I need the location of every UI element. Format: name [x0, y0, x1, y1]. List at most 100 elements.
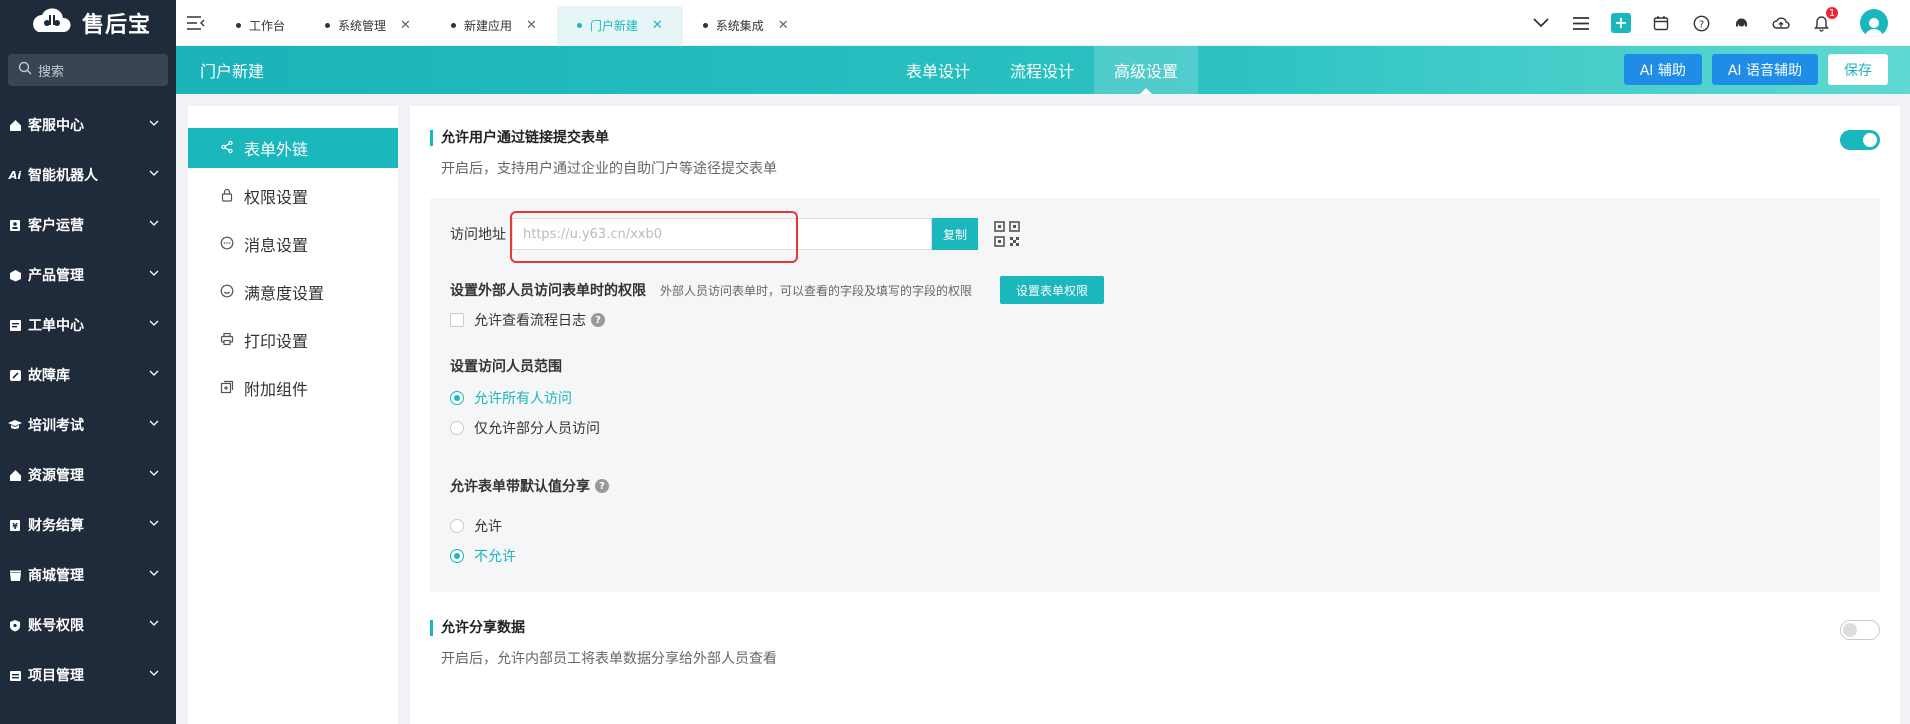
process-log-checkbox[interactable]: [450, 313, 464, 327]
top-toolbar: + ? 1: [1530, 0, 1910, 46]
radio-label: 不允许: [474, 549, 516, 565]
tab-system-management[interactable]: 系统管理 ✕: [305, 6, 431, 46]
logo[interactable]: 售后宝: [0, 0, 176, 46]
customer-service-icon[interactable]: [1730, 12, 1752, 34]
sidebar-item-product[interactable]: 产品管理: [0, 250, 176, 300]
design-steps: 表单设计 流程设计 高级设置: [886, 46, 1199, 94]
share-option-deny[interactable]: 不允许: [450, 546, 516, 566]
close-icon[interactable]: ✕: [778, 18, 789, 33]
settings-nav-print[interactable]: 打印设置: [188, 320, 398, 360]
bell-icon[interactable]: 1: [1810, 6, 1839, 34]
cloud-upload-icon[interactable]: [1770, 12, 1792, 34]
tab-workbench[interactable]: 工作台: [216, 6, 305, 46]
chevron-down-icon: [148, 567, 160, 583]
home-icon: [8, 118, 22, 132]
share-icon: [220, 139, 234, 158]
tab-dot-icon: [236, 23, 241, 28]
calendar-icon[interactable]: [1650, 12, 1672, 34]
sidebar-item-customer[interactable]: 客户运营: [0, 200, 176, 250]
settings-content: 允许用户通过链接提交表单 开启后，支持用户通过企业的自助门户等途径提交表单 访问…: [410, 106, 1900, 724]
finance-icon: ¥: [8, 518, 22, 532]
sidebar-item-label: 资源管理: [28, 468, 84, 484]
chevron-down-icon: [148, 367, 160, 383]
tab-system-integration[interactable]: 系统集成 ✕: [683, 6, 809, 46]
sidebar-item-project[interactable]: 项目管理: [0, 650, 176, 700]
chevron-down-icon: [148, 317, 160, 333]
close-icon[interactable]: ✕: [652, 18, 663, 33]
wrench-icon: [8, 368, 22, 382]
search-icon: [18, 61, 32, 79]
svg-text:¥: ¥: [12, 522, 18, 531]
section-title: 允许分享数据: [430, 620, 777, 636]
step-advanced-settings[interactable]: 高级设置: [1094, 46, 1199, 94]
save-button[interactable]: 保存: [1828, 54, 1888, 85]
scope-option-partial[interactable]: 仅允许部分人员访问: [450, 418, 600, 438]
add-icon[interactable]: +: [1610, 12, 1632, 34]
scope-option-all[interactable]: 允许所有人访问: [450, 388, 572, 408]
sidebar-item-ticket[interactable]: 工单中心: [0, 300, 176, 350]
shield-icon: [8, 618, 22, 632]
box-icon: [8, 268, 22, 282]
sidebar-item-fault[interactable]: 故障库: [0, 350, 176, 400]
sidebar-item-label: 账号权限: [28, 618, 84, 634]
tab-portal-new[interactable]: 门户新建 ✕: [556, 5, 683, 46]
close-icon[interactable]: ✕: [400, 18, 411, 33]
tab-dot-icon: [576, 23, 582, 28]
settings-nav-satisfaction[interactable]: 满意度设置: [188, 272, 398, 312]
sidebar-item-label: 项目管理: [28, 668, 84, 684]
help-icon[interactable]: ?: [591, 313, 605, 327]
share-allow-radio[interactable]: [450, 519, 464, 533]
settings-nav-permission[interactable]: 权限设置: [188, 176, 398, 216]
chevron-down-icon[interactable]: [1530, 12, 1552, 34]
printer-icon: [220, 331, 234, 350]
hamburger-menu-icon[interactable]: [1570, 12, 1592, 34]
sidebar-item-account[interactable]: 账号权限: [0, 600, 176, 650]
settings-nav-label: 打印设置: [244, 332, 309, 351]
help-icon[interactable]: ?: [1690, 12, 1712, 34]
chevron-down-icon: [148, 417, 160, 433]
contact-card-icon: [8, 218, 22, 232]
sidebar-item-label: 商城管理: [28, 568, 84, 584]
sidebar-item-resource[interactable]: 资源管理: [0, 450, 176, 500]
share-default-row: 允许表单带默认值分享 ?: [450, 476, 609, 496]
highlight-box: [510, 211, 798, 263]
menu-collapse-icon[interactable]: [176, 0, 216, 46]
set-form-permission-button[interactable]: 设置表单权限: [1000, 276, 1105, 304]
share-deny-radio[interactable]: [450, 549, 464, 563]
page-header: 门户新建 表单设计 流程设计 高级设置 AI 辅助 AI 语音辅助 保存: [176, 46, 1910, 94]
avatar[interactable]: [1860, 9, 1888, 37]
chevron-down-icon: [148, 217, 160, 233]
close-icon[interactable]: ✕: [526, 18, 537, 33]
step-form-design[interactable]: 表单设计: [886, 46, 990, 94]
sidebar-item-training[interactable]: 培训考试: [0, 400, 176, 450]
help-icon[interactable]: ?: [595, 479, 609, 493]
shop-icon: [8, 568, 22, 582]
scope-all-radio[interactable]: [450, 391, 464, 405]
qr-code-icon[interactable]: [994, 221, 1020, 247]
tab-new-app[interactable]: 新建应用 ✕: [431, 6, 557, 46]
sidebar-item-kefu[interactable]: 客服中心: [0, 100, 176, 150]
tab-label: 系统集成: [715, 19, 764, 33]
step-process-design[interactable]: 流程设计: [990, 46, 1094, 94]
settings-nav-addon[interactable]: 附加组件: [188, 368, 398, 408]
settings-nav-form-link[interactable]: 表单外链: [188, 128, 398, 168]
share-option-allow[interactable]: 允许: [450, 516, 502, 536]
tab-dot-icon: [450, 23, 456, 28]
home-icon: [8, 468, 22, 482]
ai-assist-button[interactable]: AI 辅助: [1623, 54, 1702, 85]
copy-button[interactable]: 复制: [932, 218, 978, 250]
process-log-row: 允许查看流程日志 ?: [450, 310, 605, 330]
sidebar-item-label: 智能机器人: [28, 168, 98, 184]
chevron-down-icon: [148, 167, 160, 183]
sidebar-item-shop[interactable]: 商城管理: [0, 550, 176, 600]
share-data-toggle[interactable]: [1840, 620, 1880, 640]
link-submit-toggle[interactable]: [1840, 130, 1880, 150]
sidebar-search[interactable]: 搜索: [8, 54, 168, 86]
brand-name: 售后宝: [82, 13, 152, 38]
sidebar-item-finance[interactable]: ¥ 财务结算: [0, 500, 176, 550]
ai-voice-assist-button[interactable]: AI 语音辅助: [1711, 54, 1818, 85]
sidebar-item-robot[interactable]: Ai 智能机器人: [0, 150, 176, 200]
scope-partial-radio[interactable]: [450, 421, 464, 435]
settings-nav-message[interactable]: 消息设置: [188, 224, 398, 264]
ai-icon: Ai: [8, 168, 22, 182]
